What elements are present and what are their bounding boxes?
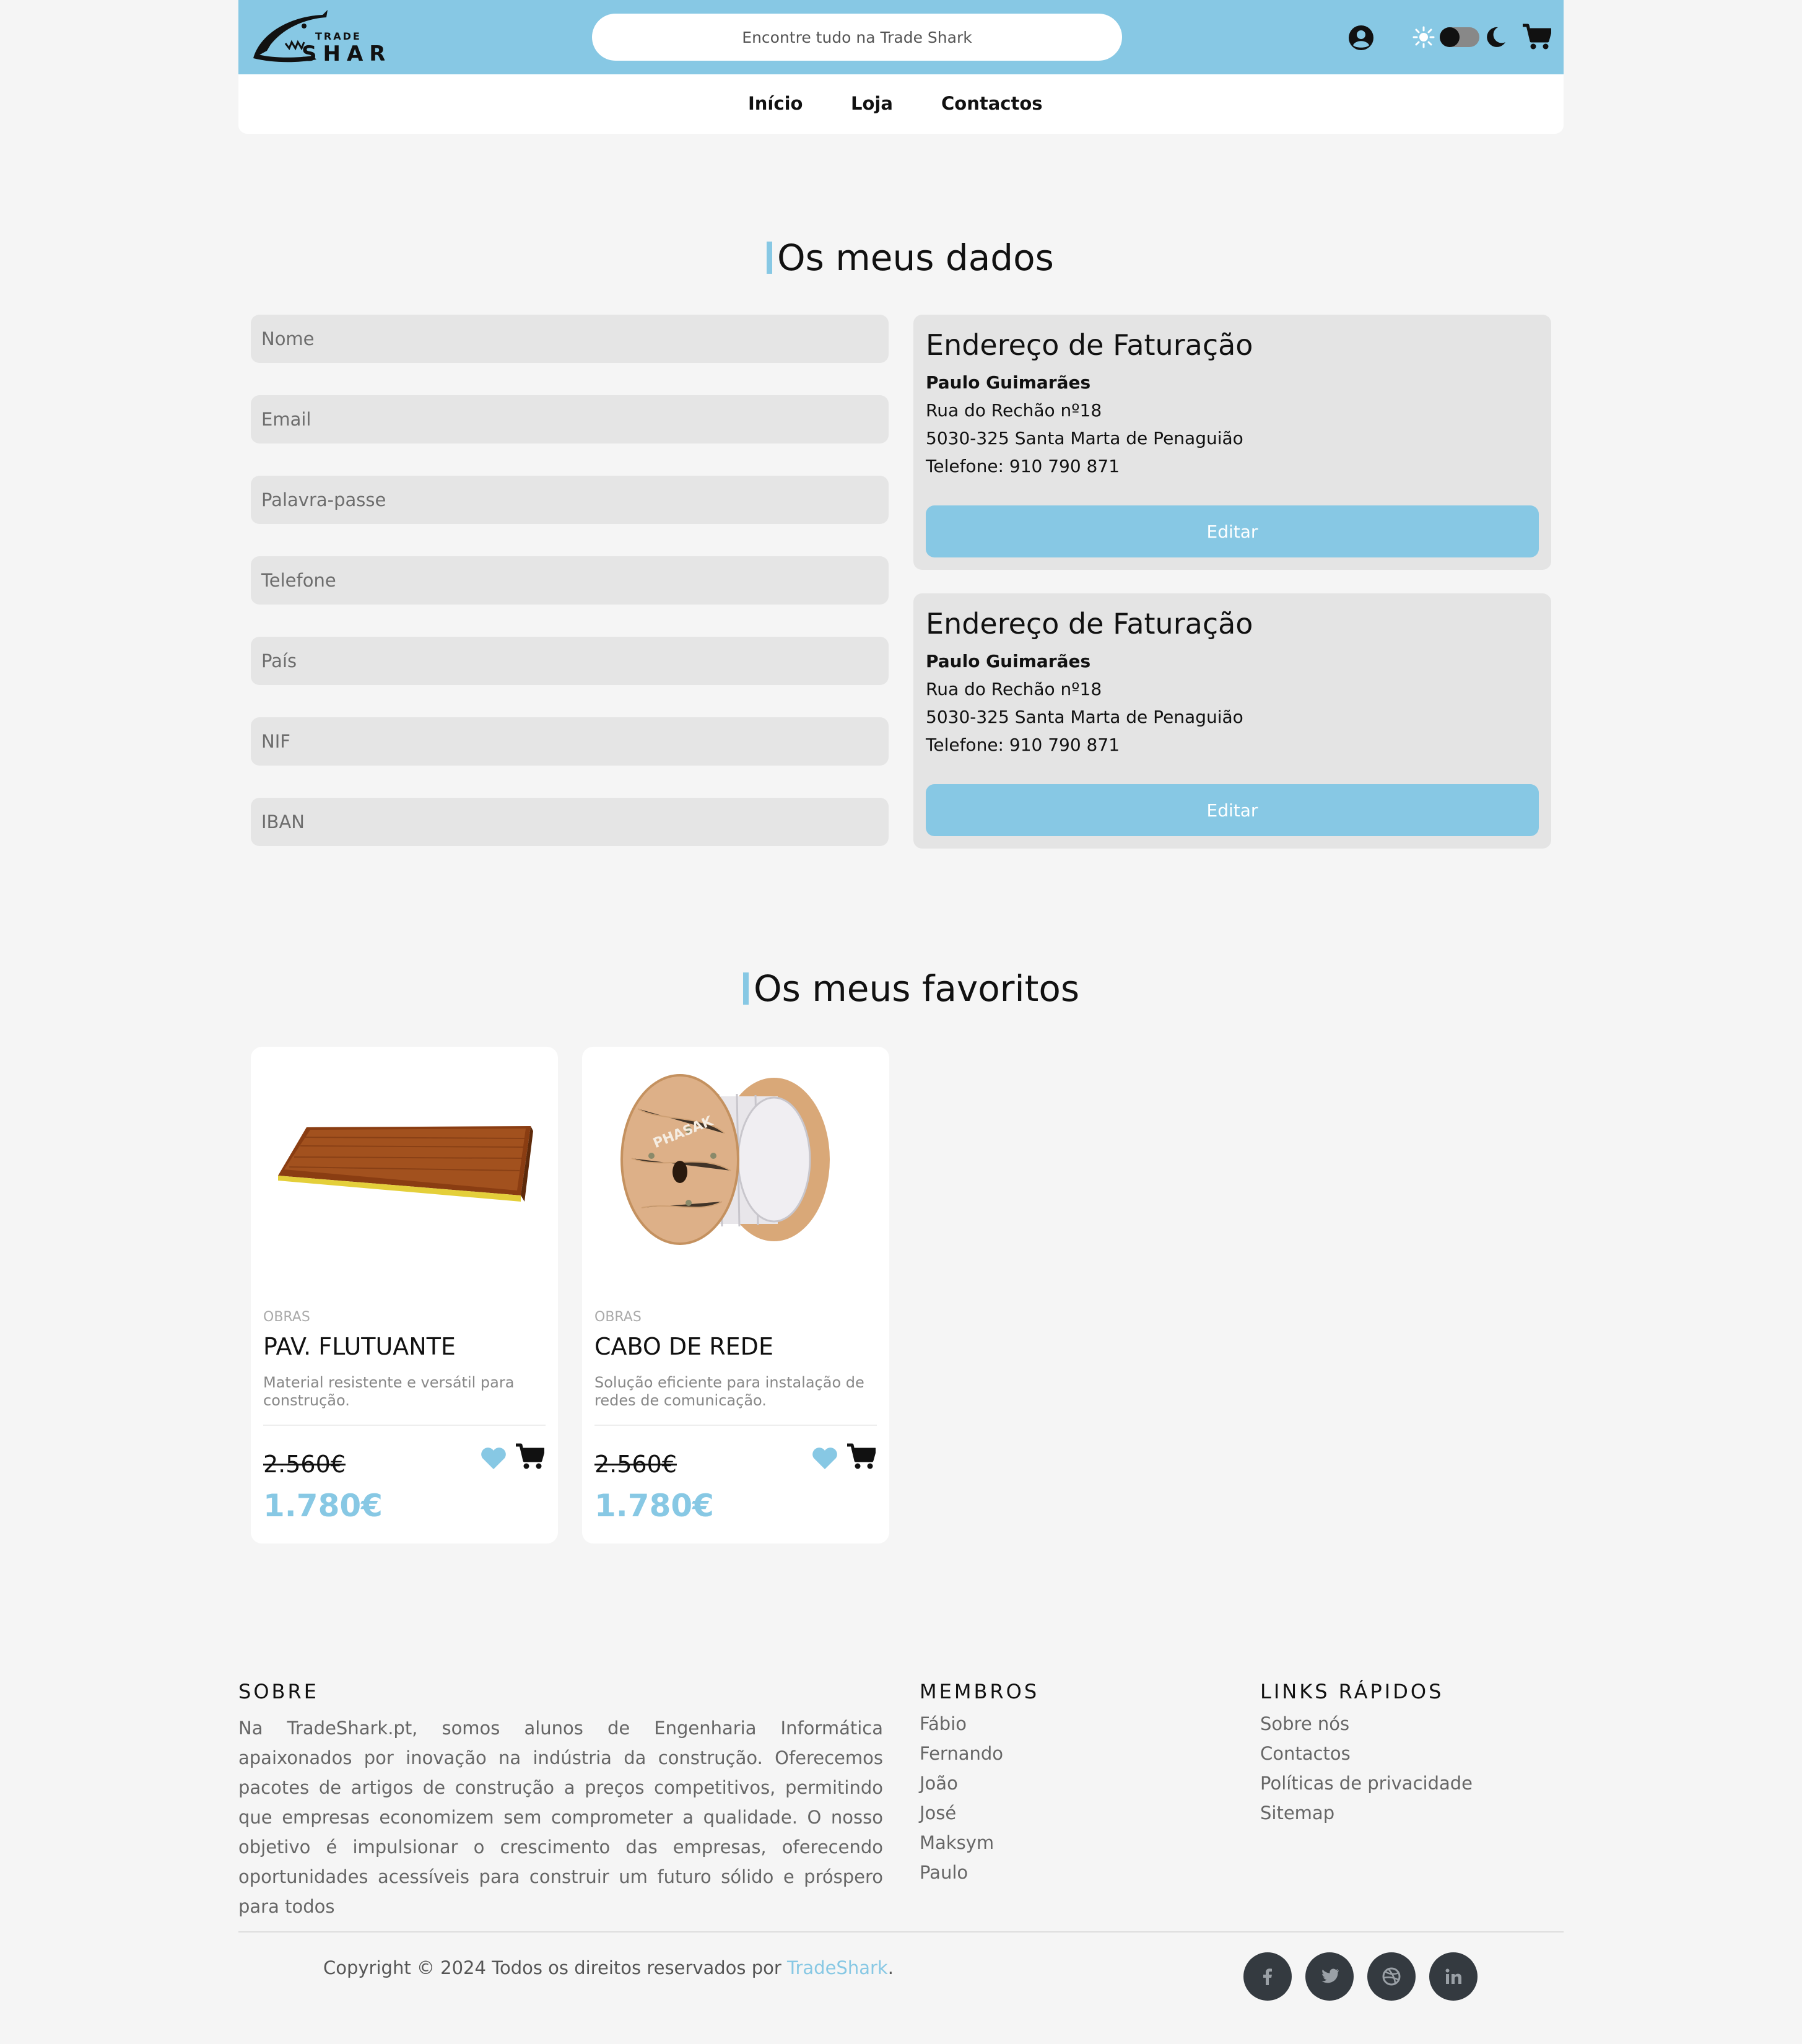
shark-logo-icon: TRADE SHARK [253, 10, 408, 66]
iban-field-placeholder: IBAN [261, 811, 305, 832]
nav-loja[interactable]: Loja [851, 93, 893, 114]
product-description: Material resistente e versátil para cons… [263, 1374, 515, 1409]
cable-reel-image: PHASAK [620, 1074, 830, 1245]
copyright-brand-link[interactable]: TradeShark [787, 1957, 888, 1978]
add-to-cart-icon[interactable] [516, 1443, 544, 1469]
search-input[interactable]: Encontre tudo na Trade Shark [592, 14, 1122, 61]
card-divider [263, 1425, 546, 1426]
address-name: Paulo Guimarães [926, 651, 1091, 671]
nif-field[interactable]: NIF [251, 717, 889, 766]
copyright-prefix: Copyright © 2024 Todos os direitos reser… [323, 1957, 788, 1978]
address-city: 5030-325 Santa Marta de Penaguião [926, 707, 1243, 727]
password-field-placeholder: Palavra-passe [261, 489, 386, 510]
linkedin-button[interactable] [1429, 1952, 1478, 2001]
title-accent-bar [743, 972, 749, 1005]
billing-address-card: Endereço de Faturação Paulo Guimarães Ru… [913, 593, 1551, 849]
main-nav: Início Loja Contactos [238, 74, 1564, 134]
sun-icon [1412, 26, 1435, 48]
old-price: 2.560€ [594, 1451, 677, 1478]
member-link[interactable]: Fernando [920, 1743, 1003, 1764]
quick-link-contacts[interactable]: Contactos [1260, 1743, 1351, 1764]
facebook-button[interactable] [1243, 1952, 1292, 2001]
product-category: OBRAS [594, 1309, 642, 1325]
address-title: Endereço de Faturação [926, 328, 1253, 362]
address-city: 5030-325 Santa Marta de Penaguião [926, 428, 1243, 448]
my-data-title-text: Os meus dados [777, 237, 1054, 279]
favorites-title-text: Os meus favoritos [754, 967, 1080, 1010]
edit-address-button[interactable]: Editar [926, 784, 1539, 836]
member-link[interactable]: Fábio [920, 1713, 967, 1734]
current-price: 1.780€ [594, 1488, 714, 1524]
footer-divider [238, 1931, 1564, 1933]
dribbble-icon [1382, 1967, 1401, 1986]
nif-field-placeholder: NIF [261, 731, 290, 752]
facebook-icon [1263, 1968, 1272, 1985]
copyright-suffix: . [887, 1957, 894, 1978]
quick-link-privacy[interactable]: Políticas de privacidade [1260, 1773, 1473, 1794]
title-accent-bar [767, 242, 772, 274]
member-link[interactable]: José [920, 1802, 956, 1823]
password-field[interactable]: Palavra-passe [251, 476, 889, 524]
quick-link-sitemap[interactable]: Sitemap [1260, 1802, 1334, 1823]
my-data-title: Os meus dados [767, 237, 1054, 279]
search-placeholder: Encontre tudo na Trade Shark [742, 28, 972, 46]
dark-mode-toggle[interactable] [1440, 27, 1479, 47]
address-name: Paulo Guimarães [926, 372, 1091, 393]
product-card[interactable]: OBRAS PAV. FLUTUANTE Material resistente… [251, 1047, 558, 1544]
iban-field[interactable]: IBAN [251, 798, 889, 846]
add-to-cart-icon[interactable] [847, 1443, 876, 1469]
email-field-placeholder: Email [261, 409, 311, 430]
cart-icon[interactable] [1523, 24, 1551, 50]
quick-link-about[interactable]: Sobre nós [1260, 1713, 1349, 1734]
address-phone: Telefone: 910 790 871 [926, 456, 1120, 476]
twitter-button[interactable] [1305, 1952, 1354, 2001]
address-phone: Telefone: 910 790 871 [926, 735, 1120, 755]
product-description: Solução eficiente para instalação de red… [594, 1374, 864, 1409]
address-street: Rua do Rechão nº18 [926, 400, 1102, 421]
country-field-placeholder: País [261, 650, 297, 671]
footer-links-title: LINKS RÁPIDOS [1260, 1680, 1444, 1703]
name-field-placeholder: Nome [261, 328, 315, 349]
logo-top-text: TRADE [315, 30, 362, 42]
footer-about-text: Na TradeShark.pt, somos alunos de Engenh… [238, 1718, 883, 1917]
favorite-heart-icon[interactable] [480, 1447, 507, 1470]
address-title: Endereço de Faturação [926, 607, 1253, 640]
nav-inicio[interactable]: Início [748, 93, 803, 114]
address-street: Rua do Rechão nº18 [926, 679, 1102, 699]
copyright-text: Copyright © 2024 Todos os direitos reser… [323, 1957, 894, 1978]
product-category: OBRAS [263, 1309, 310, 1325]
old-price: 2.560€ [263, 1451, 346, 1478]
twitter-icon [1321, 1968, 1339, 1983]
nav-contactos[interactable]: Contactos [941, 93, 1043, 114]
favorites-title: Os meus favoritos [743, 967, 1079, 1010]
trade-shark-logo[interactable]: TRADE SHARK [248, 7, 408, 67]
dribbble-button[interactable] [1367, 1952, 1416, 2001]
member-link[interactable]: João [920, 1773, 958, 1794]
wood-floor-panel-image [278, 1126, 533, 1202]
phone-field-placeholder: Telefone [261, 570, 336, 591]
name-field[interactable]: Nome [251, 315, 889, 363]
top-header: TRADE SHARK Encontre tudo na Trade Shark [238, 0, 1564, 74]
card-divider [594, 1425, 877, 1426]
linkedin-icon [1445, 1968, 1461, 1984]
member-link[interactable]: Maksym [920, 1832, 994, 1853]
email-field[interactable]: Email [251, 395, 889, 443]
edit-address-button[interactable]: Editar [926, 505, 1539, 557]
country-field[interactable]: País [251, 637, 889, 685]
moon-icon [1487, 27, 1505, 47]
phone-field[interactable]: Telefone [251, 556, 889, 605]
product-name[interactable]: CABO DE REDE [594, 1333, 773, 1360]
footer-members-title: MEMBROS [920, 1680, 1040, 1703]
member-link[interactable]: Paulo [920, 1862, 968, 1883]
footer-about-title: SOBRE [238, 1680, 319, 1703]
product-name[interactable]: PAV. FLUTUANTE [263, 1333, 456, 1360]
billing-address-card: Endereço de Faturação Paulo Guimarães Ru… [913, 315, 1551, 570]
product-card[interactable]: PHASAK OBRAS CABO DE REDE Solução eficie… [582, 1047, 889, 1544]
user-account-icon[interactable] [1348, 25, 1374, 51]
favorite-heart-icon[interactable] [811, 1447, 838, 1470]
current-price: 1.780€ [263, 1488, 383, 1524]
logo-main-text: SHARK [302, 41, 385, 66]
